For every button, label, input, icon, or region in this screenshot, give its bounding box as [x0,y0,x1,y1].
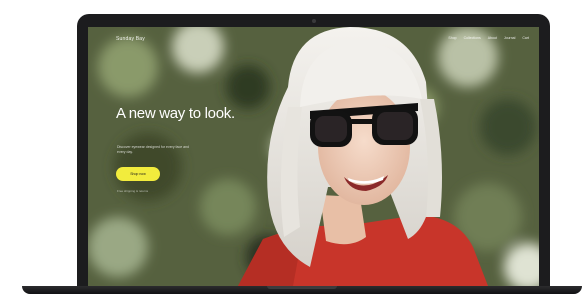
nav-item-cart[interactable]: Cart [522,36,529,40]
nav-item-about[interactable]: About [488,36,497,40]
hero-image [88,27,539,286]
nav-item-shop[interactable]: Shop [448,36,456,40]
nav-item-collections[interactable]: Collections [464,36,481,40]
nav-item-journal[interactable]: Journal [504,36,515,40]
laptop-base [22,286,582,294]
site-logo[interactable]: Sunday Bay [116,36,145,42]
laptop-screen: Sunday Bay Shop Collections About Journa… [88,27,539,286]
site-nav: Shop Collections About Journal Cart [448,36,529,40]
shop-now-button[interactable]: Shop now [116,167,160,181]
hero-note: Free shipping & returns [117,189,149,193]
laptop-mockup: Sunday Bay Shop Collections About Journa… [0,0,585,299]
hero-subtext: Discover eyewear designed for every face… [117,145,189,154]
laptop-base-notch [267,286,337,289]
camera-icon [311,19,316,23]
hero-headline: A new way to look. [116,105,235,122]
